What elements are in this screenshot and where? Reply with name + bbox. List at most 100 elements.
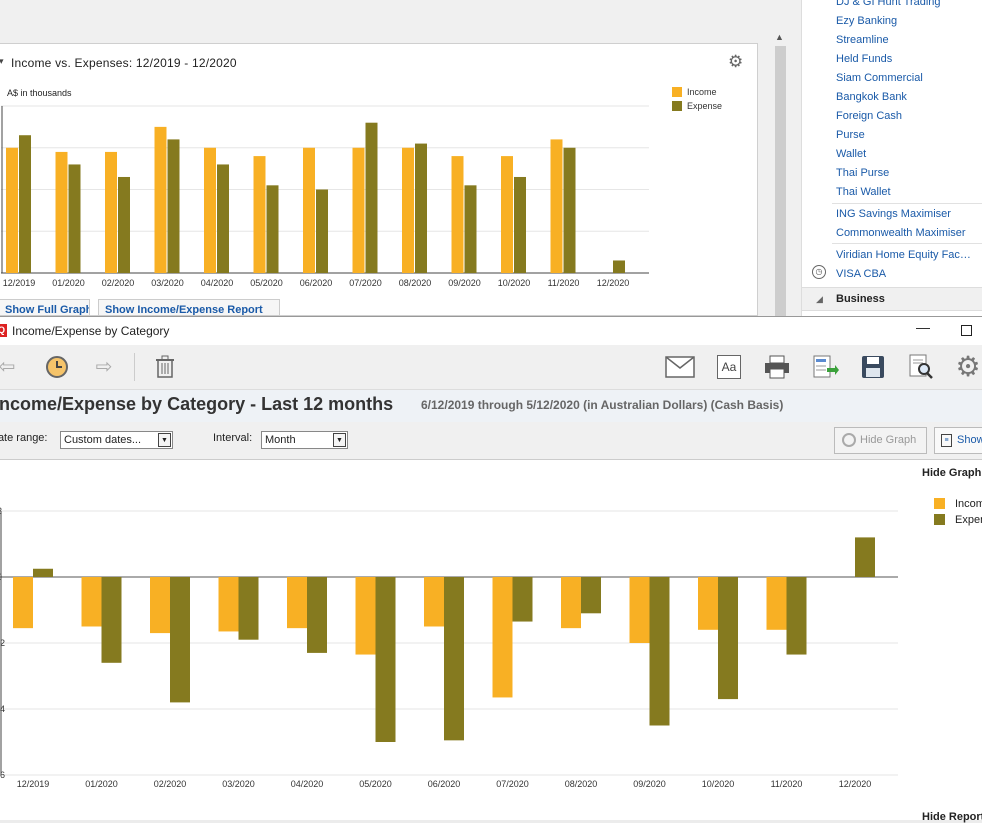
export-icon[interactable] — [811, 352, 841, 382]
date-range-select[interactable]: Custom dates... ▼ — [60, 431, 173, 449]
business-section-header[interactable]: ◢ Business — [802, 287, 982, 311]
account-held-funds[interactable]: Held Funds — [836, 53, 892, 65]
x-tick-label: 05/2020 — [250, 278, 283, 288]
print-icon[interactable] — [762, 352, 792, 382]
bar-income — [150, 577, 170, 634]
income-vs-expenses-panel: ▾ Income vs. Expenses: 12/2019 - 12/2020… — [0, 43, 758, 316]
bar-expense — [613, 260, 625, 273]
filter-bar: Date range: Custom dates... ▼ Interval: … — [0, 422, 982, 460]
bar-income — [105, 151, 117, 273]
report-icon: ≡ — [941, 434, 952, 447]
bar-expense — [19, 135, 31, 273]
account-streamline[interactable]: Streamline — [836, 34, 889, 46]
account-siam-commercial[interactable]: Siam Commercial — [836, 72, 923, 84]
maximize-button[interactable] — [961, 325, 972, 336]
bar-expense — [563, 147, 576, 273]
account-thai-purse[interactable]: Thai Purse — [836, 167, 889, 179]
account-thai-wallet[interactable]: Thai Wallet — [836, 186, 891, 198]
legend-swatch-expense — [934, 514, 945, 525]
preview-icon[interactable] — [906, 352, 936, 382]
account-commonwealth-maximiser[interactable]: Commonwealth Maximiser — [836, 227, 966, 239]
show-button[interactable]: ≡ Show — [934, 427, 982, 454]
report-window: Q Income/Expense by Category — ⇦ ⇨ Aa ⚙ … — [0, 316, 982, 823]
account-viridian-home-equity[interactable]: Viridian Home Equity Fac… — [836, 249, 971, 261]
bar-income — [204, 147, 216, 273]
account-ezy-banking[interactable]: Ezy Banking — [836, 15, 897, 27]
x-tick-label: 03/2020 — [222, 779, 255, 789]
x-tick-label: 09/2020 — [448, 278, 481, 288]
legend-swatch-income — [934, 498, 945, 509]
x-tick-label: 03/2020 — [151, 278, 184, 288]
bar-expense — [464, 185, 477, 273]
x-tick-label: 06/2020 — [300, 278, 333, 288]
hide-graph-button-label: Hide Graph — [860, 434, 917, 446]
bar-income — [154, 126, 167, 273]
gear-icon[interactable]: ⚙ — [953, 352, 982, 382]
date-range-label: Date range: — [0, 432, 48, 444]
account-bangkok-bank[interactable]: Bangkok Bank — [836, 91, 907, 103]
scroll-thumb[interactable] — [775, 46, 786, 316]
legend-label-income: Income — [955, 498, 982, 510]
font-icon[interactable]: Aa — [714, 352, 744, 382]
x-tick-label: 02/2020 — [154, 779, 187, 789]
x-tick-label: 07/2020 — [349, 278, 382, 288]
bar-income — [218, 577, 239, 632]
account-foreign-cash[interactable]: Foreign Cash — [836, 110, 902, 122]
scroll-up-arrow-icon[interactable]: ▲ — [775, 32, 784, 42]
save-icon[interactable] — [858, 352, 888, 382]
minimize-button[interactable]: — — [915, 319, 931, 339]
bar-income — [698, 577, 718, 630]
toolbar: ⇦ ⇨ Aa ⚙ — [0, 345, 982, 390]
show-full-graph-link[interactable]: Show Full Graph — [0, 299, 90, 316]
account-dj-gi-hunt-trading[interactable]: DJ & GI Hunt Trading — [836, 0, 941, 8]
bar-income — [561, 577, 581, 629]
interval-select[interactable]: Month ▼ — [261, 431, 348, 449]
bar-expense — [718, 577, 738, 700]
x-tick-label: 09/2020 — [633, 779, 666, 789]
show-button-label: Show — [957, 434, 982, 446]
x-tick-label: 12/2020 — [839, 779, 872, 789]
legend-label-income: Income — [687, 87, 717, 97]
hide-graph-button[interactable]: Hide Graph — [834, 427, 927, 454]
x-tick-label: 08/2020 — [565, 779, 598, 789]
x-tick-label: 02/2020 — [102, 278, 135, 288]
interval-value: Month — [265, 434, 296, 446]
report-header: Income/Expense by Category - Last 12 mon… — [0, 390, 982, 422]
report-subtitle: 6/12/2019 through 5/12/2020 (in Australi… — [421, 398, 784, 412]
bar-expense — [217, 164, 229, 273]
bar-expense — [101, 577, 122, 663]
trash-icon[interactable] — [150, 352, 180, 382]
forward-arrow-icon[interactable]: ⇨ — [89, 352, 119, 382]
dropdown-arrow-icon[interactable]: ▼ — [333, 433, 346, 447]
bar-expense — [581, 577, 601, 614]
app-icon: Q — [0, 324, 7, 337]
collapse-triangle-icon[interactable]: ◢ — [816, 294, 823, 305]
account-wallet[interactable]: Wallet — [836, 148, 866, 160]
vertical-scrollbar[interactable]: ▲ — [772, 30, 789, 316]
x-tick-label: 10/2020 — [702, 779, 735, 789]
x-tick-label: 04/2020 — [291, 779, 324, 789]
account-purse[interactable]: Purse — [836, 129, 865, 141]
x-tick-label: 01/2020 — [85, 779, 118, 789]
x-tick-label: 11/2020 — [548, 278, 580, 288]
legend-swatch-income — [672, 87, 682, 97]
bar-income — [492, 577, 513, 698]
bar-income — [287, 577, 307, 629]
back-arrow-icon[interactable]: ⇦ — [0, 352, 22, 382]
account-visa-cba[interactable]: VISA CBA — [836, 268, 886, 280]
graph-area: Hide Graph A$ in thousands20-2-4-612/201… — [0, 460, 982, 823]
hide-report-link[interactable]: Hide Report — [922, 811, 982, 823]
bar-expense — [307, 577, 327, 653]
legend-label-expense: Expense — [687, 101, 722, 111]
bar-income — [629, 577, 650, 643]
show-income-expense-report-link[interactable]: Show Income/Expense Report — [98, 299, 280, 316]
date-range-value: Custom dates... — [64, 434, 142, 446]
bar-expense — [512, 577, 533, 622]
legend-swatch-expense — [672, 101, 682, 111]
email-icon[interactable] — [665, 352, 695, 382]
toolbar-divider — [134, 353, 135, 381]
x-tick-label: 04/2020 — [201, 278, 234, 288]
dropdown-arrow-icon[interactable]: ▼ — [158, 433, 171, 447]
account-ing-savings-maximiser[interactable]: ING Savings Maximiser — [836, 208, 951, 220]
history-icon[interactable] — [42, 352, 72, 382]
